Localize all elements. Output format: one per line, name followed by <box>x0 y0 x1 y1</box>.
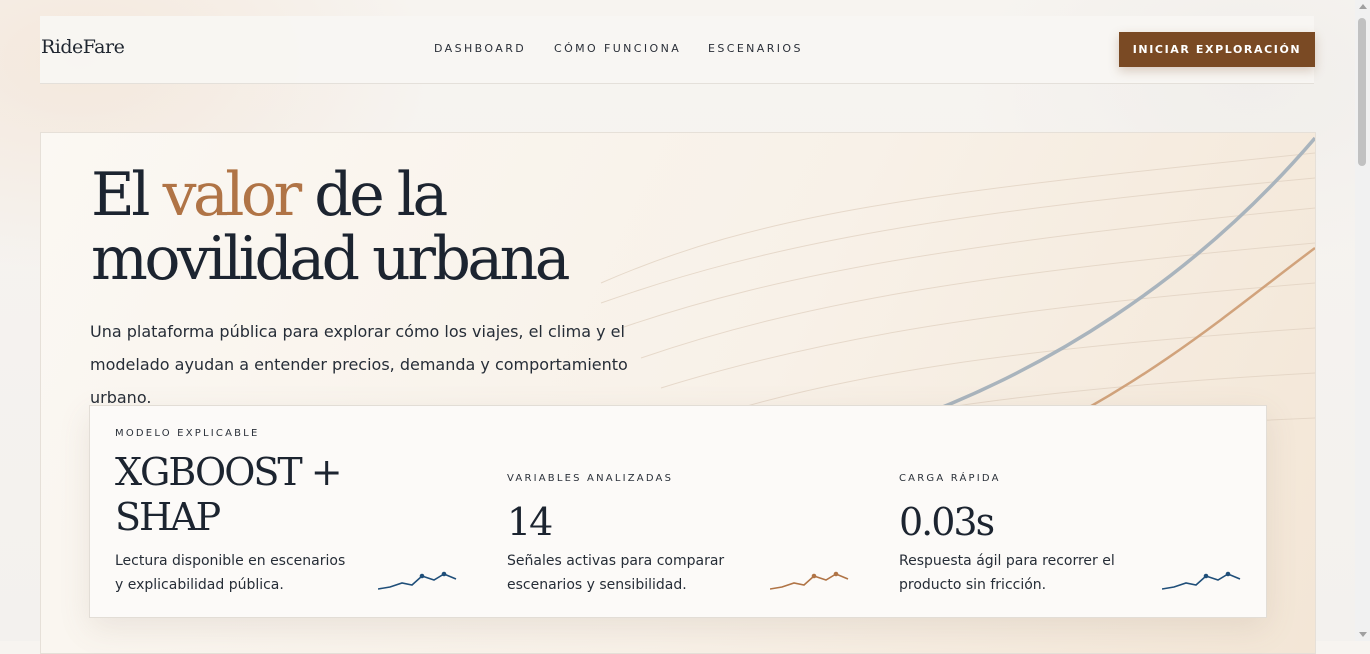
stat-variables: VARIABLES ANALIZADAS 14 Señales activas … <box>507 406 887 617</box>
nav-dashboard[interactable]: DASHBOARD <box>434 42 526 55</box>
stat-desc: Señales activas para comparar escenarios… <box>507 553 725 593</box>
nav-como-funciona[interactable]: CÓMO FUNCIONA <box>554 42 681 55</box>
stat-value: XGBOOST + SHAP <box>115 450 343 539</box>
stat-value: 14 <box>507 500 553 544</box>
page-scrollbar[interactable] <box>1355 0 1370 641</box>
nav-escenarios[interactable]: ESCENARIOS <box>708 42 803 55</box>
brand-logo[interactable]: RideFare <box>41 36 125 58</box>
scroll-down-icon[interactable] <box>1359 632 1367 637</box>
stat-value: 0.03s <box>899 500 995 544</box>
stats-card: MODELO EXPLICABLE XGBOOST + SHAP Lectura… <box>89 405 1267 618</box>
stat-desc: Lectura disponible en escenarios y expli… <box>115 553 346 593</box>
sparkline-icon <box>378 571 457 590</box>
stat-label: CARGA RÁPIDA <box>899 473 1001 484</box>
sparkline-icon <box>1162 571 1241 590</box>
hero-lead: Una plataforma pública para explorar cóm… <box>90 322 628 407</box>
hero-title-accent: valor <box>162 160 303 230</box>
sparkline-icon <box>770 571 849 590</box>
hero-grey-curve <box>900 136 1315 425</box>
stat-desc: Respuesta ágil para recorrer el producto… <box>899 553 1115 593</box>
stat-label: MODELO EXPLICABLE <box>115 428 260 439</box>
scrollbar-thumb[interactable] <box>1358 18 1366 166</box>
stat-carga: CARGA RÁPIDA 0.03s Respuesta ágil para r… <box>899 406 1279 617</box>
site-header: RideFare DASHBOARD CÓMO FUNCIONA ESCENAR… <box>40 16 1315 84</box>
stat-label: VARIABLES ANALIZADAS <box>507 473 674 484</box>
stat-modelo: MODELO EXPLICABLE XGBOOST + SHAP Lectura… <box>115 406 495 617</box>
scroll-up-icon[interactable] <box>1359 4 1367 9</box>
hero-title: El valor de la movilidad urbana <box>91 160 571 294</box>
start-exploration-button[interactable]: INICIAR EXPLORACIÓN <box>1119 32 1315 67</box>
